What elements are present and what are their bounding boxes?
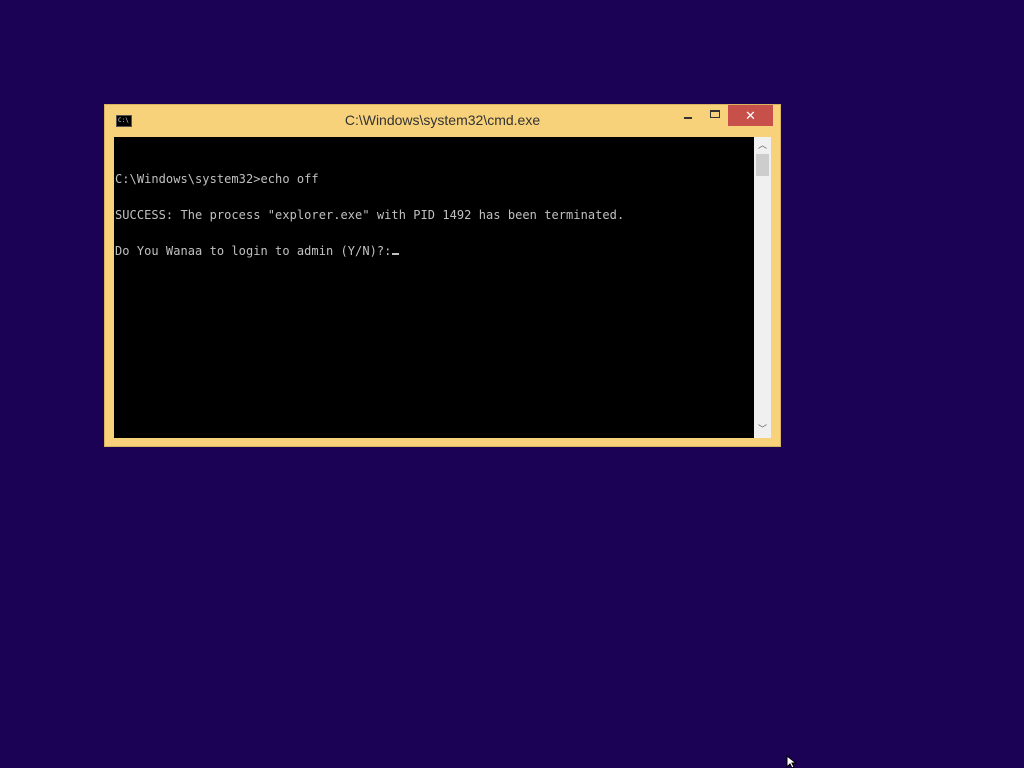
vertical-scrollbar[interactable]: ︿ ﹀: [754, 137, 771, 438]
maximize-button[interactable]: [703, 105, 728, 126]
console-prompt-line[interactable]: Do You Wanaa to login to admin (Y/N)?:: [115, 245, 624, 257]
text-cursor: [392, 253, 400, 255]
mouse-pointer-icon: [786, 754, 798, 768]
desktop: C:\ C:\Windows\system32\cmd.exe ✕ C:\Win…: [0, 0, 1024, 768]
scroll-thumb[interactable]: [756, 154, 769, 176]
minimize-button[interactable]: [675, 105, 701, 126]
console-output[interactable]: C:\Windows\system32>echo off SUCCESS: Th…: [114, 137, 754, 438]
close-button[interactable]: ✕: [728, 105, 773, 126]
cmd-window[interactable]: C:\ C:\Windows\system32\cmd.exe ✕ C:\Win…: [104, 104, 781, 447]
minimize-icon: [684, 117, 692, 119]
scroll-down-arrow-icon[interactable]: ﹀: [754, 421, 771, 438]
close-icon: ✕: [745, 109, 756, 124]
title-bar[interactable]: C:\ C:\Windows\system32\cmd.exe ✕: [105, 105, 780, 137]
console-line: C:\Windows\system32>echo off: [115, 172, 319, 186]
console-line: SUCCESS: The process "explorer.exe" with…: [115, 208, 625, 222]
maximize-icon: [710, 110, 720, 118]
scroll-up-arrow-icon[interactable]: ︿: [754, 137, 771, 154]
console-text: C:\Windows\system32>echo off SUCCESS: Th…: [115, 149, 624, 281]
console-prompt: Do You Wanaa to login to admin (Y/N)?:: [115, 244, 392, 258]
